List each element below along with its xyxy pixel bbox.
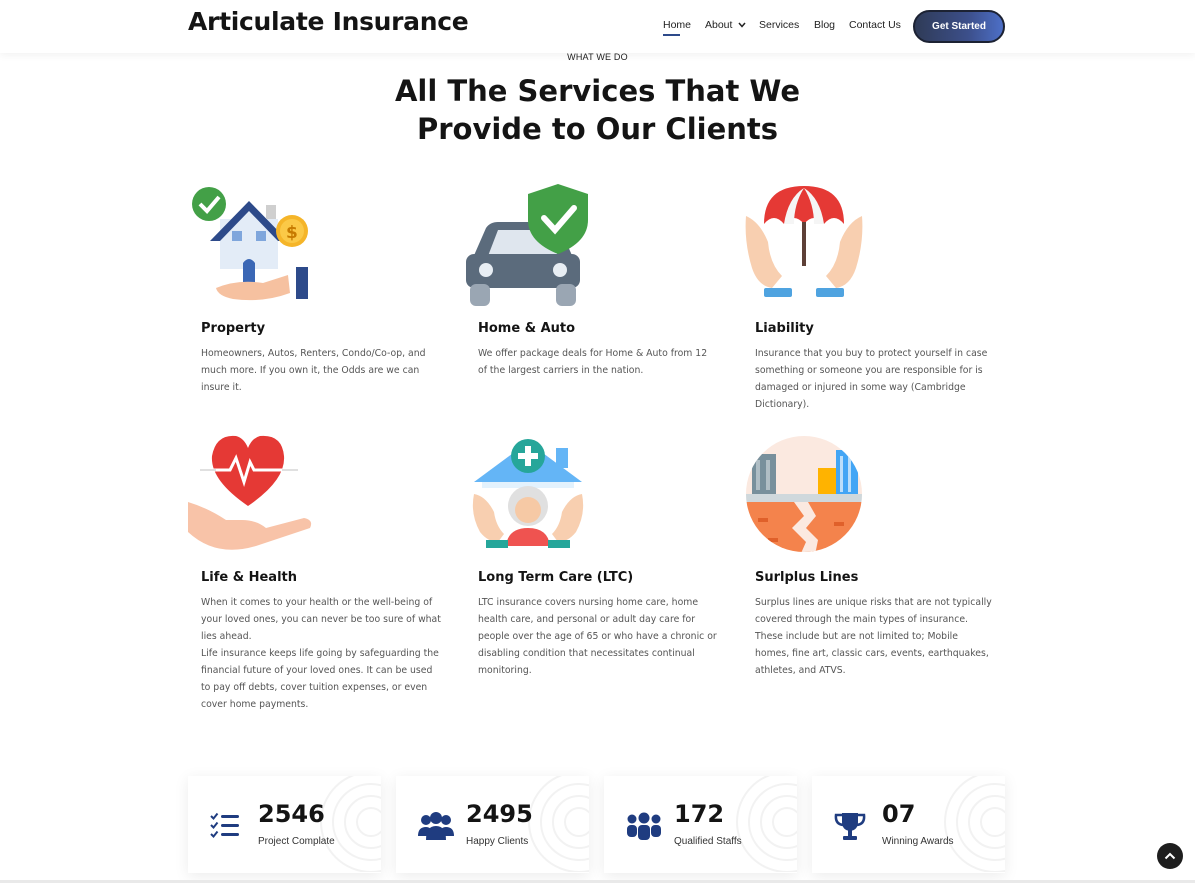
section-kicker: WHAT WE DO [567,52,628,62]
nav-about[interactable]: About [705,19,746,31]
stat-card-awards: 07 Winning Awards [812,776,1005,873]
stat-value: 172 [674,800,725,828]
decorative-rings [736,776,797,872]
site-header: Articulate Insurance Home About Services… [0,0,1195,53]
checklist-icon [210,812,239,838]
chevron-down-icon [738,22,746,28]
trophy-icon [834,813,866,840]
site-logo[interactable]: Articulate Insurance [188,7,469,36]
nav-home[interactable]: Home [663,19,691,31]
stat-value: 07 [882,800,916,828]
nav-services[interactable]: Services [759,19,799,31]
stat-value: 2546 [258,800,325,828]
stat-card-clients: 2495 Happy Clients [396,776,589,873]
service-description-para1: When it comes to your health or the well… [201,597,441,642]
decorative-rings [944,776,1005,872]
team-icon [627,812,661,840]
stat-label: Happy Clients [466,836,529,847]
scroll-to-top-button[interactable] [1157,843,1183,869]
service-title: Home & Auto [478,321,576,336]
stat-value: 2495 [466,800,533,828]
service-description-para2: Life insurance keeps life going by safeg… [201,648,439,710]
section-title-line1: All The Services That We [394,74,801,108]
stat-card-projects: 2546 Project Complate [188,776,381,873]
users-icon [418,812,454,840]
service-title: Property [201,321,266,336]
heart-in-hand-icon [188,435,312,550]
service-description: LTC insurance covers nursing home care, … [478,597,717,676]
stat-label: Project Complate [258,836,335,847]
section-title-line2: Provide to Our Clients [416,112,779,146]
service-title: Surlplus Lines [755,570,859,585]
service-description: Insurance that you buy to protect yourse… [755,348,988,410]
service-description: Homeowners, Autos, Renters, Condo/Co-op,… [201,348,426,393]
stat-label: Winning Awards [882,836,954,847]
svg-text:$: $ [286,223,298,243]
service-title: Life & Health [201,570,297,585]
earthquake-city-icon [746,436,862,552]
nav-contact[interactable]: Contact Us [849,19,901,31]
stat-label: Qualified Staffs [674,836,742,847]
service-title: Long Term Care (LTC) [478,570,634,585]
get-started-button[interactable]: Get Started [913,10,1005,43]
chevron-up-icon [1164,852,1176,860]
nav-about-label: About [705,19,733,31]
service-title: Liability [755,321,814,336]
service-description: When it comes to your health or the well… [201,594,441,713]
section-title: All The Services That We Provide to Our … [0,72,1195,148]
nav-blog[interactable]: Blog [814,19,835,31]
service-description: We offer package deals for Home & Auto f… [478,348,708,376]
nav-active-indicator [663,34,680,36]
stat-card-staffs: 172 Qualified Staffs [604,776,797,873]
service-description: Surplus lines are unique risks that are … [755,597,992,676]
umbrella-hands-icon [745,186,863,297]
house-in-hand-icon: $ [192,187,308,301]
car-shield-icon [466,184,588,306]
elderly-care-icon [472,439,584,548]
